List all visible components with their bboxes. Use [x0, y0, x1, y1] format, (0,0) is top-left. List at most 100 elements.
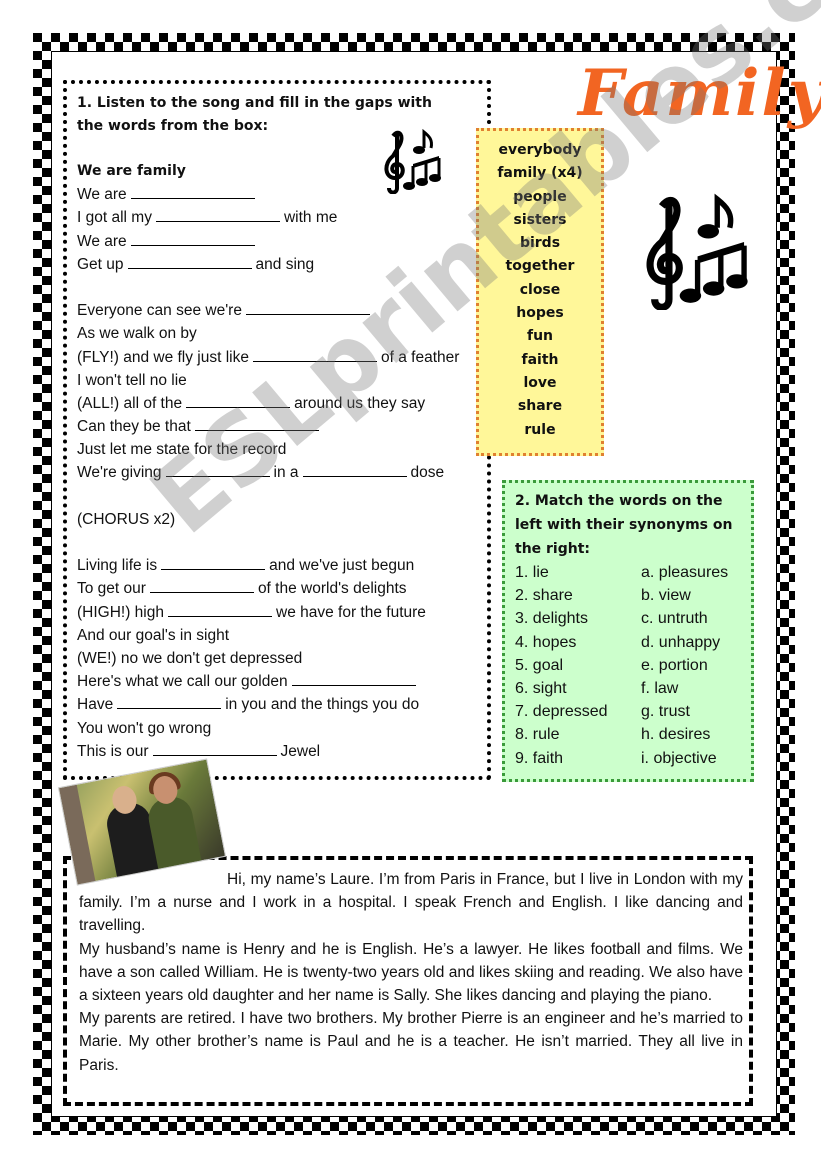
lyric-text: Just let me state for the record	[77, 441, 287, 459]
lyric-text: Here's what we call our golden	[77, 673, 288, 691]
match-row: 2. share b. view	[515, 584, 741, 607]
match-right-synonym: a. pleasures	[641, 564, 729, 581]
song-line	[77, 276, 459, 299]
blank-gap-field[interactable]	[155, 206, 280, 223]
song-line	[77, 485, 459, 508]
blank-gap-field[interactable]	[245, 299, 370, 316]
match-right-synonym: i. objective	[641, 749, 717, 767]
blank-gap-field[interactable]	[152, 740, 277, 756]
song-line: As we walk on by	[77, 322, 459, 345]
blank-gap-field[interactable]	[302, 461, 407, 478]
lyric-text: (WE!) no we don't get depressed	[77, 649, 303, 667]
word-bank-item: together	[505, 258, 575, 275]
lyric-text: And our goal's in sight	[77, 626, 230, 644]
match-left-word: 5. goal	[515, 656, 564, 674]
word-bank-item: fun	[526, 328, 554, 345]
lyric-text: Everyone can see we're	[77, 302, 242, 320]
blank-gap-field[interactable]	[130, 230, 255, 246]
blank-gap-field[interactable]	[168, 601, 272, 617]
match-right-synonym: d. unhappy	[641, 633, 721, 651]
song-line: (WE!) no we don't get depressed	[77, 647, 459, 670]
lyric-text: To get our	[77, 580, 146, 598]
matching-exercise-box: 2. Match the words on the left with thei…	[502, 480, 754, 782]
lyric-text: We're giving	[77, 464, 162, 482]
lyric-text: (FLY!) and we fly just like	[77, 348, 249, 366]
blank-gap-field[interactable]	[194, 415, 319, 432]
lyric-text: (HIGH!) high	[77, 603, 164, 621]
song-line: We're giving in a dose	[77, 461, 459, 484]
page-title: Family	[578, 56, 821, 131]
song-line: (HIGH!) high we have for the future	[77, 601, 459, 624]
match-left-word: 1. lie	[515, 564, 549, 581]
song-line	[77, 531, 459, 554]
match-right-synonym: c. untruth	[641, 610, 708, 628]
lyric-text: Have	[77, 696, 114, 714]
blank-gap-field[interactable]	[149, 577, 254, 594]
exercise2-instruction: 2. Match the words on the left with thei…	[515, 493, 733, 557]
lyric-text: Jewel	[280, 742, 321, 760]
song-line: This is our Jewel	[77, 740, 459, 763]
song-line: Can they be that	[77, 415, 459, 438]
blank-gap-field[interactable]	[165, 461, 270, 478]
lyric-text: Living life is	[77, 557, 158, 575]
lyric-text: I won't tell no lie	[77, 371, 187, 389]
reading-paragraph: My husband’s name is Henry and he is Eng…	[79, 940, 743, 1005]
match-left-word: 6. sight	[515, 679, 567, 697]
music-notes-icon	[379, 128, 443, 195]
lyric-text: I got all my	[77, 209, 152, 227]
lyric-text: around us they say	[294, 394, 426, 412]
blank-gap-field[interactable]	[186, 392, 291, 408]
lyric-text: Get up	[77, 255, 124, 273]
match-left-word: 9. faith	[515, 749, 564, 767]
song-line: Here's what we call our golden	[77, 670, 459, 693]
blank-gap-field[interactable]	[117, 693, 222, 710]
matching-list: 1. lie a. pleasures 2. share b. view 3. deli…	[515, 561, 741, 770]
word-bank-item: hopes	[516, 305, 564, 322]
lyric-text: in a	[273, 464, 299, 482]
reading-text: Hi, my name’s Laure. I’m from Paris in F…	[79, 868, 743, 1077]
match-left-word: 8. rule	[515, 726, 560, 744]
word-bank-item: love	[523, 374, 557, 391]
song-line: To get our of the world's delights	[77, 577, 459, 600]
lyric-text: of the world's delights	[257, 580, 407, 598]
lyric-text: and sing	[255, 255, 315, 273]
match-right-synonym: b. view	[641, 587, 691, 605]
lyric-text: in you and the things you do	[225, 696, 420, 714]
match-row: 1. lie a. pleasures	[515, 561, 741, 584]
match-row: 8. rule h. desires	[515, 723, 741, 746]
lyric-text: (ALL!) all of the	[77, 394, 183, 412]
reading-box: Hi, my name’s Laure. I’m from Paris in F…	[63, 856, 753, 1106]
match-row: 4. hopes d. unhappy	[515, 631, 741, 654]
blank-gap-field[interactable]	[253, 346, 377, 362]
blank-gap-field[interactable]	[291, 670, 416, 687]
word-bank-box: everybody family (x4) people sisters birds to…	[476, 128, 604, 456]
word-bank-item: sisters	[513, 211, 567, 228]
match-right-synonym: h. desires	[641, 726, 711, 744]
match-row: 5. goal e. portion	[515, 654, 741, 677]
word-bank-item: everybody	[498, 142, 582, 158]
match-left-word: 7. depressed	[515, 703, 608, 721]
lyric-text: we have for the future	[276, 603, 426, 621]
blank-gap-field[interactable]	[161, 554, 266, 571]
lyric-text: of a feather	[381, 348, 460, 366]
song-line: Living life is and we've just begun	[77, 554, 459, 577]
song-line: Just let me state for the record	[77, 438, 459, 461]
word-bank-item: rule	[524, 421, 556, 438]
song-line: Get up and sing	[77, 253, 459, 276]
lyric-text: with me	[283, 209, 338, 227]
reading-paragraph: Hi, my name’s Laure. I’m from Paris in F…	[79, 871, 743, 935]
blank-gap-field[interactable]	[130, 183, 255, 200]
lyric-text: We are	[77, 232, 127, 250]
song-line: And our goal's in sight	[77, 624, 459, 647]
word-bank-item: faith	[521, 351, 559, 368]
blank-gap-field[interactable]	[127, 253, 252, 269]
song-line: (CHORUS x2)	[77, 508, 459, 531]
song-line: (ALL!) all of the around us they say	[77, 392, 459, 415]
reading-paragraph: My parents are retired. I have two broth…	[79, 1010, 743, 1074]
song-line: (FLY!) and we fly just like of a feather	[77, 346, 459, 369]
song-line: You won't go wrong	[77, 717, 459, 740]
music-notes-large-icon	[636, 192, 752, 311]
lyric-text: You won't go wrong	[77, 719, 212, 737]
lyric-text: and we've just begun	[269, 557, 415, 575]
match-left-word: 4. hopes	[515, 633, 577, 651]
